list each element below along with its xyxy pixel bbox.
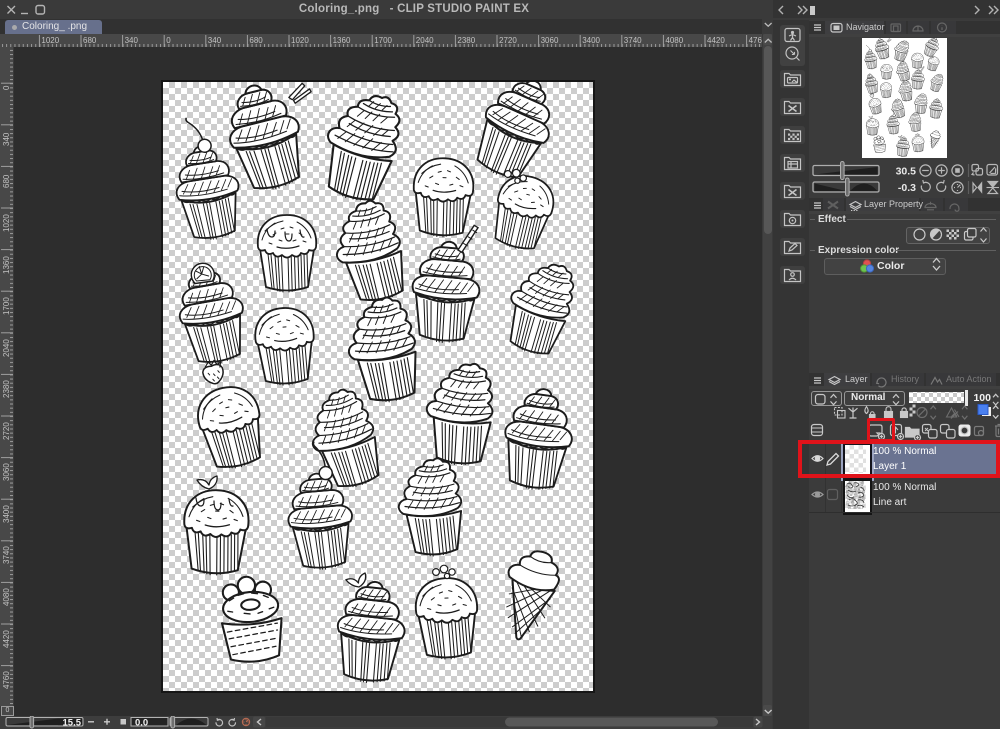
svg-text:15.5: 15.5: [63, 717, 82, 728]
svg-text:30.5: 30.5: [896, 166, 917, 178]
svg-text:4420: 4420: [2, 630, 11, 648]
svg-text:3060: 3060: [2, 463, 11, 481]
svg-text:-0.3: -0.3: [898, 182, 916, 194]
svg-text:0.0: 0.0: [135, 717, 148, 728]
svg-text:1020: 1020: [291, 36, 309, 45]
svg-text:340: 340: [2, 132, 11, 146]
svg-text:3740: 3740: [624, 36, 642, 45]
svg-text:4760: 4760: [749, 36, 762, 45]
svg-text:2720: 2720: [2, 422, 11, 440]
svg-text:1700: 1700: [374, 36, 392, 45]
svg-text:1020: 1020: [2, 214, 11, 232]
svg-text:340: 340: [208, 36, 222, 45]
svg-text:3740: 3740: [2, 546, 11, 564]
svg-text:2380: 2380: [2, 380, 11, 398]
svg-text:680: 680: [2, 174, 11, 188]
svg-text:2040: 2040: [2, 339, 11, 357]
svg-text:4080: 4080: [665, 36, 683, 45]
svg-text:1020: 1020: [41, 36, 59, 45]
svg-text:3060: 3060: [541, 36, 559, 45]
svg-text:680: 680: [83, 36, 97, 45]
svg-text:2720: 2720: [499, 36, 517, 45]
svg-text:1700: 1700: [2, 297, 11, 315]
svg-text:680: 680: [249, 36, 263, 45]
svg-text:1360: 1360: [2, 256, 11, 274]
svg-text:4420: 4420: [707, 36, 725, 45]
svg-text:3400: 3400: [2, 505, 11, 523]
svg-text:340: 340: [125, 36, 139, 45]
svg-text:0: 0: [166, 36, 171, 45]
svg-text:1360: 1360: [333, 36, 351, 45]
svg-text:4760: 4760: [2, 671, 11, 689]
svg-text:3400: 3400: [582, 36, 600, 45]
svg-text:2380: 2380: [457, 36, 475, 45]
svg-text:2040: 2040: [416, 36, 434, 45]
svg-text:0: 0: [2, 85, 11, 90]
svg-text:4080: 4080: [2, 588, 11, 606]
